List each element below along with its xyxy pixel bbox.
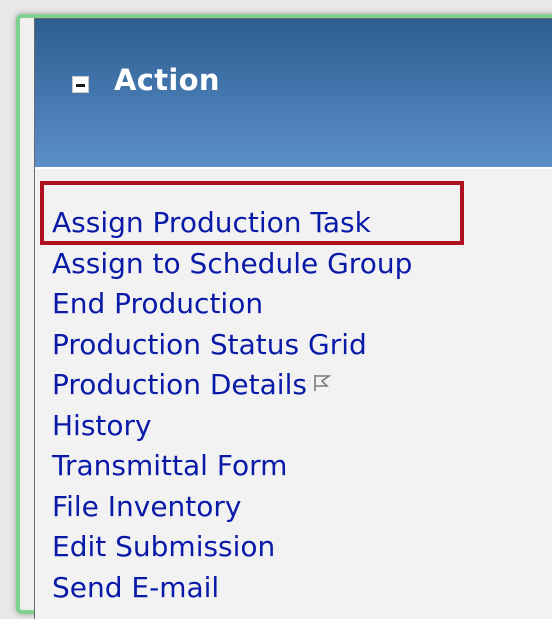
edit-submission-link[interactable]: Edit Submission — [52, 527, 412, 568]
production-details-link[interactable]: Production Details — [52, 365, 412, 406]
minus-icon[interactable] — [72, 76, 89, 93]
assign-to-schedule-group-link[interactable]: Assign to Schedule Group — [52, 244, 412, 285]
flag-icon — [314, 375, 331, 391]
end-production-link[interactable]: End Production — [52, 284, 412, 325]
panel-header: Action — [35, 19, 552, 169]
highlight-box — [40, 181, 464, 245]
history-link[interactable]: History — [52, 406, 412, 447]
send-email-link[interactable]: Send E-mail — [52, 568, 412, 609]
panel-title: Action — [114, 63, 220, 97]
production-status-grid-link[interactable]: Production Status Grid — [52, 325, 412, 366]
action-panel: Action Assign Production Task Assign to … — [34, 18, 552, 619]
file-inventory-link[interactable]: File Inventory — [52, 487, 412, 528]
transmittal-form-link[interactable]: Transmittal Form — [52, 446, 412, 487]
action-list: Assign Production Task Assign to Schedul… — [52, 203, 412, 608]
production-details-label: Production Details — [52, 368, 307, 401]
